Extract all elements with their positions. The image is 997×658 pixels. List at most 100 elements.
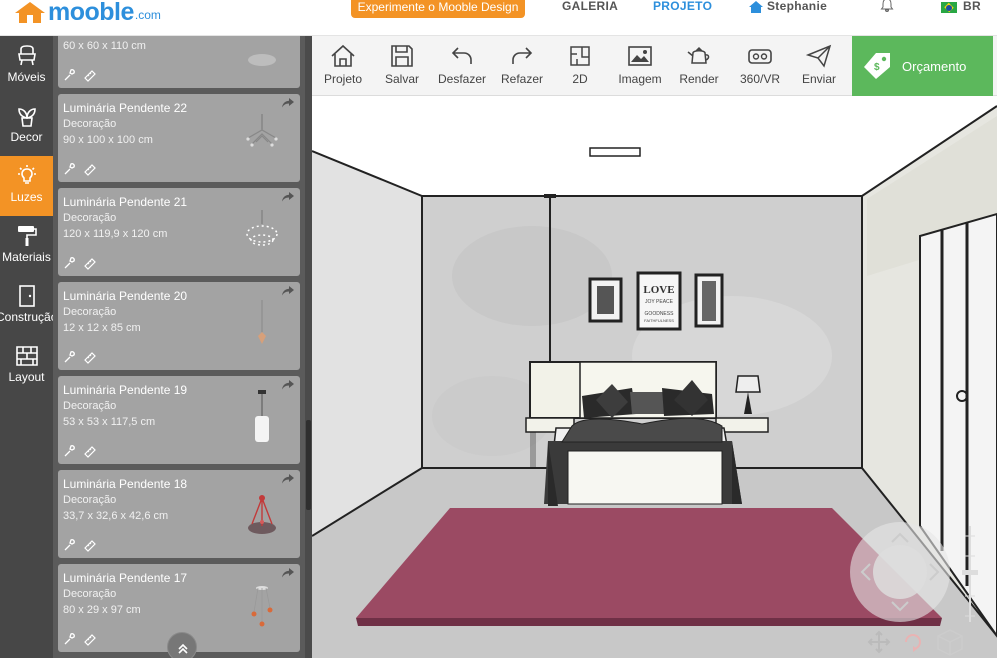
tool-label: Salvar [384,72,419,86]
language-code: BR [963,0,981,13]
wrench-icon[interactable] [63,162,77,176]
mooble-logo[interactable]: mooble .com [12,0,161,26]
card-name: Luminária Pendente 18 [63,477,188,491]
ruler-icon[interactable] [83,350,97,364]
sidebar-item-label: Materiais [2,250,51,264]
salvar-button[interactable]: Salvar [382,36,422,96]
left-category-nav: Móveis Decor Luzes Materiais Construção … [0,36,57,658]
nav-galeria[interactable]: GALERIA [562,0,618,13]
paint-roller-icon [17,226,37,246]
tool-label: Desfazer [437,72,487,86]
orcamento-button[interactable]: $ Orçamento [852,36,993,96]
ruler-icon[interactable] [83,256,97,270]
share-icon[interactable] [282,286,294,296]
svg-text:$: $ [874,62,880,73]
card-tools [63,350,97,364]
enviar-button[interactable]: Enviar [799,36,839,96]
bulb-icon [17,165,36,184]
sidebar-item-label: Construção [0,310,58,324]
catalog-scrollbar[interactable] [305,36,312,658]
wrench-icon[interactable] [63,444,77,458]
imagem-button[interactable]: Imagem [617,36,663,96]
ruler-icon[interactable] [83,538,97,552]
share-icon[interactable] [282,192,294,202]
card-tools [63,256,97,270]
sidebar-item-label: Luzes [10,190,43,204]
catalog-card[interactable]: Luminária Pendente 18 Decoração 33,7 x 3… [58,470,300,558]
wrench-icon[interactable] [63,68,77,82]
sidebar-item-decor[interactable]: Decor [0,96,53,156]
view-2d-button[interactable]: 2D [566,36,594,96]
catalog-card[interactable]: 60 x 60 x 110 cm [58,36,300,88]
teapot-icon [687,46,710,64]
undo-icon [451,47,472,64]
tool-label: Enviar [801,72,836,86]
card-name: Luminária Pendente 22 [63,101,188,115]
ruler-icon[interactable] [83,632,97,646]
brazil-flag-icon [941,1,957,13]
share-icon[interactable] [282,98,294,108]
language-selector[interactable]: BR [941,0,981,13]
move-arrows-icon[interactable] [867,630,891,654]
plant-icon [17,108,36,127]
card-name: Luminária Pendente 21 [63,195,188,209]
cube-view-icon[interactable] [935,627,965,657]
card-tools [63,68,97,82]
scroll-to-top-button[interactable] [167,632,197,658]
sidebar-item-materiais[interactable]: Materiais [0,216,53,276]
ruler-icon[interactable] [83,68,97,82]
catalog-card[interactable]: Luminária Pendente 21 Decoração 120 x 11… [58,188,300,276]
pendant-lamp-thumbnail [258,300,266,344]
user-menu[interactable]: Stephanie [748,0,827,13]
wrench-icon[interactable] [63,256,77,270]
wrench-icon[interactable] [63,632,77,646]
catalog-card[interactable]: Luminária Pendente 19 Decoração 53 x 53 … [58,376,300,464]
card-tools [63,632,97,646]
card-dimensions: 60 x 60 x 110 cm [63,40,146,52]
wrench-icon[interactable] [63,350,77,364]
vr-button[interactable]: 360/VR [738,36,782,96]
render-button[interactable]: Render [679,36,719,96]
poster-text-line: LOVE [643,284,674,296]
home-icon [331,44,355,67]
share-icon[interactable] [282,380,294,390]
card-category: Decoração [63,400,117,412]
share-icon[interactable] [282,474,294,484]
ruler-icon[interactable] [83,444,97,458]
double-chevron-up-icon [178,643,188,654]
nav-projeto[interactable]: PROJETO [653,0,712,13]
sidebar-item-moveis[interactable]: Móveis [0,36,53,96]
zoom-slider[interactable] [960,526,980,626]
refazer-button[interactable]: Refazer [499,36,545,96]
mooble-design-promo-button[interactable]: Experimente o Mooble Design [351,0,525,18]
sidebar-item-label: Móveis [7,70,46,84]
sidebar-item-layout[interactable]: Layout [0,336,53,396]
catalog-card[interactable]: Luminária Pendente 20 Decoração 12 x 12 … [58,282,300,370]
projeto-button[interactable]: Projeto [322,36,364,96]
orcamento-label: Orçamento [902,59,967,74]
tool-label: Refazer [500,72,544,86]
ruler-icon[interactable] [83,162,97,176]
camera-navigation-pad[interactable] [848,520,952,624]
top-bar: mooble .com Experimente o Mooble Design … [0,0,997,36]
sidebar-item-luzes[interactable]: Luzes [0,156,53,216]
tool-label: 360/VR [739,72,781,86]
card-category: Decoração [63,494,117,506]
share-icon[interactable] [282,568,294,578]
desfazer-button[interactable]: Desfazer [436,36,488,96]
catalog-card[interactable]: Luminária Pendente 22 Decoração 90 x 100… [58,94,300,182]
card-dimensions: 80 x 29 x 97 cm [63,604,141,616]
card-tools [63,538,97,552]
wrench-icon[interactable] [63,538,77,552]
3d-viewport[interactable]: LOVE JOY PEACE GOODNESS FAITHFULNESS [312,96,997,658]
brand-name: mooble [48,0,134,26]
sidebar-item-label: Decor [10,130,43,144]
catalog-scrollbar-thumb[interactable] [306,420,311,510]
notifications-button[interactable] [880,0,894,15]
rotate-icon[interactable] [901,630,925,654]
card-category: Decoração [63,306,117,318]
catalog-panel: 60 x 60 x 110 cm Luminária Pendente 22 D… [53,36,312,658]
sidebar-item-construcao[interactable]: Construção [0,276,57,336]
card-tools [63,162,97,176]
poster-text-line: JOY PEACE [645,299,674,305]
